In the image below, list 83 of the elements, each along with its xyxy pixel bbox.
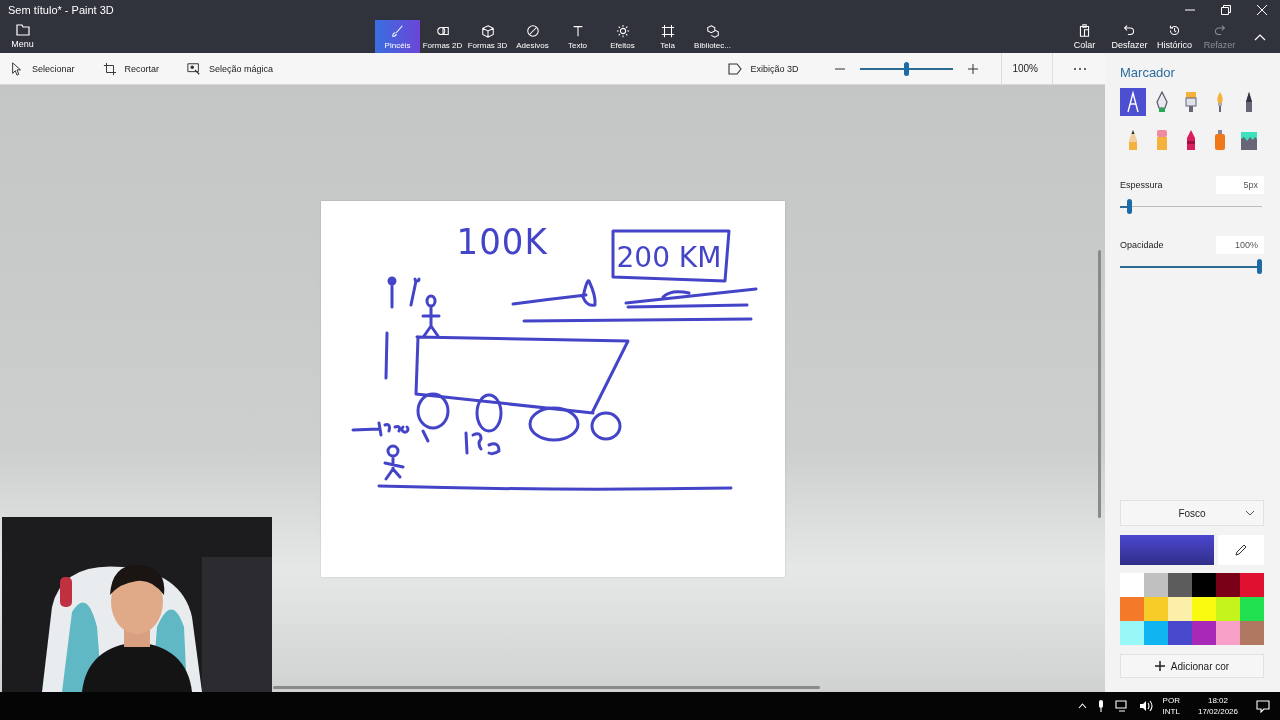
field-label: Opacidade: [1120, 240, 1164, 250]
brush-icon: [1216, 92, 1224, 112]
history-icon: [1168, 23, 1181, 37]
brush-icon: [390, 23, 405, 38]
finish-dropdown[interactable]: Fosco: [1120, 500, 1264, 526]
tab[interactable]: Efeitos: [600, 20, 645, 53]
brush-button[interactable]: [1120, 88, 1146, 116]
collapse-icon[interactable]: [1254, 32, 1266, 41]
language-indicator[interactable]: POR INTL: [1162, 695, 1180, 717]
color-swatch[interactable]: [1216, 597, 1240, 621]
tab[interactable]: Texto: [555, 20, 600, 53]
add-color-button[interactable]: Adicionar cor: [1120, 654, 1264, 678]
microphone-icon[interactable]: [1096, 700, 1105, 712]
color-swatch[interactable]: [1192, 621, 1216, 645]
speaker-icon[interactable]: [1138, 700, 1153, 712]
canvas-icon: [660, 23, 675, 38]
undo-button[interactable]: Desfazer: [1107, 20, 1152, 53]
paste-icon: [1078, 23, 1091, 37]
tab[interactable]: Pincéis: [375, 20, 420, 53]
color-swatch[interactable]: [1144, 621, 1168, 645]
color-swatch[interactable]: [1216, 621, 1240, 645]
paste-button[interactable]: Colar: [1062, 20, 1107, 53]
color-swatch[interactable]: [1168, 573, 1192, 597]
more-icon[interactable]: [1073, 66, 1087, 71]
color-swatch[interactable]: [1120, 597, 1144, 621]
eyedropper-icon: [1235, 544, 1247, 556]
current-color-swatch[interactable]: [1120, 535, 1214, 565]
window-title: Sem título* - Paint 3D: [8, 4, 114, 16]
zoom-in-icon[interactable]: [967, 62, 980, 75]
crop-icon: [102, 61, 117, 76]
tab[interactable]: Formas 2D: [420, 20, 465, 53]
tool-button[interactable]: Recortar: [102, 61, 160, 76]
color-swatch[interactable]: [1144, 597, 1168, 621]
scrollbar[interactable]: [1098, 250, 1101, 518]
folder-icon: [15, 24, 30, 36]
color-swatch[interactable]: [1120, 621, 1144, 645]
field-label: Espessura: [1120, 180, 1163, 190]
value-field[interactable]: 100%: [1216, 236, 1264, 254]
undo-icon: [1123, 23, 1136, 37]
handwritten-text: 200 KM: [616, 240, 722, 274]
tab[interactable]: Formas 3D: [465, 20, 510, 53]
zoom-reading: 100%: [1001, 52, 1053, 85]
zoom-slider[interactable]: [860, 61, 954, 76]
handwritten-text: 100K: [456, 219, 548, 262]
color-swatch[interactable]: [1216, 573, 1240, 597]
cube-icon: [480, 23, 495, 38]
tab[interactable]: Adesivos: [510, 20, 555, 53]
sun-icon: [615, 23, 630, 38]
color-swatch[interactable]: [1168, 597, 1192, 621]
plus-icon: [1154, 661, 1165, 671]
pointer-icon: [10, 61, 24, 76]
color-swatch[interactable]: [1144, 573, 1168, 597]
color-swatch[interactable]: [1240, 597, 1264, 621]
view-3d-icon: [728, 62, 743, 75]
color-swatch[interactable]: [1192, 597, 1216, 621]
scrollbar[interactable]: [273, 686, 820, 689]
chevron-up-icon[interactable]: [1077, 703, 1087, 709]
clock[interactable]: 18:02 17/02/2026: [1197, 695, 1238, 717]
pen-icon: [1246, 92, 1252, 112]
tool-button[interactable]: Selecionar: [10, 61, 75, 76]
color-swatch[interactable]: [1192, 573, 1216, 597]
value-field[interactable]: 5px: [1216, 176, 1264, 194]
chevron-down-icon: [1245, 510, 1255, 516]
panel-title: Marcador: [1120, 65, 1176, 80]
canvas-sheet[interactable]: 100K 200 KM: [320, 200, 785, 577]
color-swatch[interactable]: [1120, 573, 1144, 597]
close-icon[interactable]: [1257, 5, 1267, 15]
notification-icon[interactable]: [1256, 699, 1270, 713]
tool-button[interactable]: Seleção mágica: [187, 61, 274, 76]
color-swatch[interactable]: [1240, 621, 1264, 645]
network-icon[interactable]: [1114, 700, 1129, 712]
library-icon: [705, 23, 720, 38]
history-button[interactable]: Histórico: [1152, 20, 1197, 53]
color-swatch[interactable]: [1168, 621, 1192, 645]
sticker-icon: [525, 23, 540, 38]
menu-button[interactable]: Menu: [0, 20, 45, 53]
redo-icon: [1213, 23, 1226, 37]
tab[interactable]: Tela: [645, 20, 690, 53]
color-swatch[interactable]: [1240, 573, 1264, 597]
magic-select-icon: [187, 61, 202, 76]
tab[interactable]: Bibliotec...: [690, 20, 735, 53]
restore-icon[interactable]: [1221, 5, 1231, 15]
view-3d-button[interactable]: Exibição 3D: [728, 62, 799, 75]
